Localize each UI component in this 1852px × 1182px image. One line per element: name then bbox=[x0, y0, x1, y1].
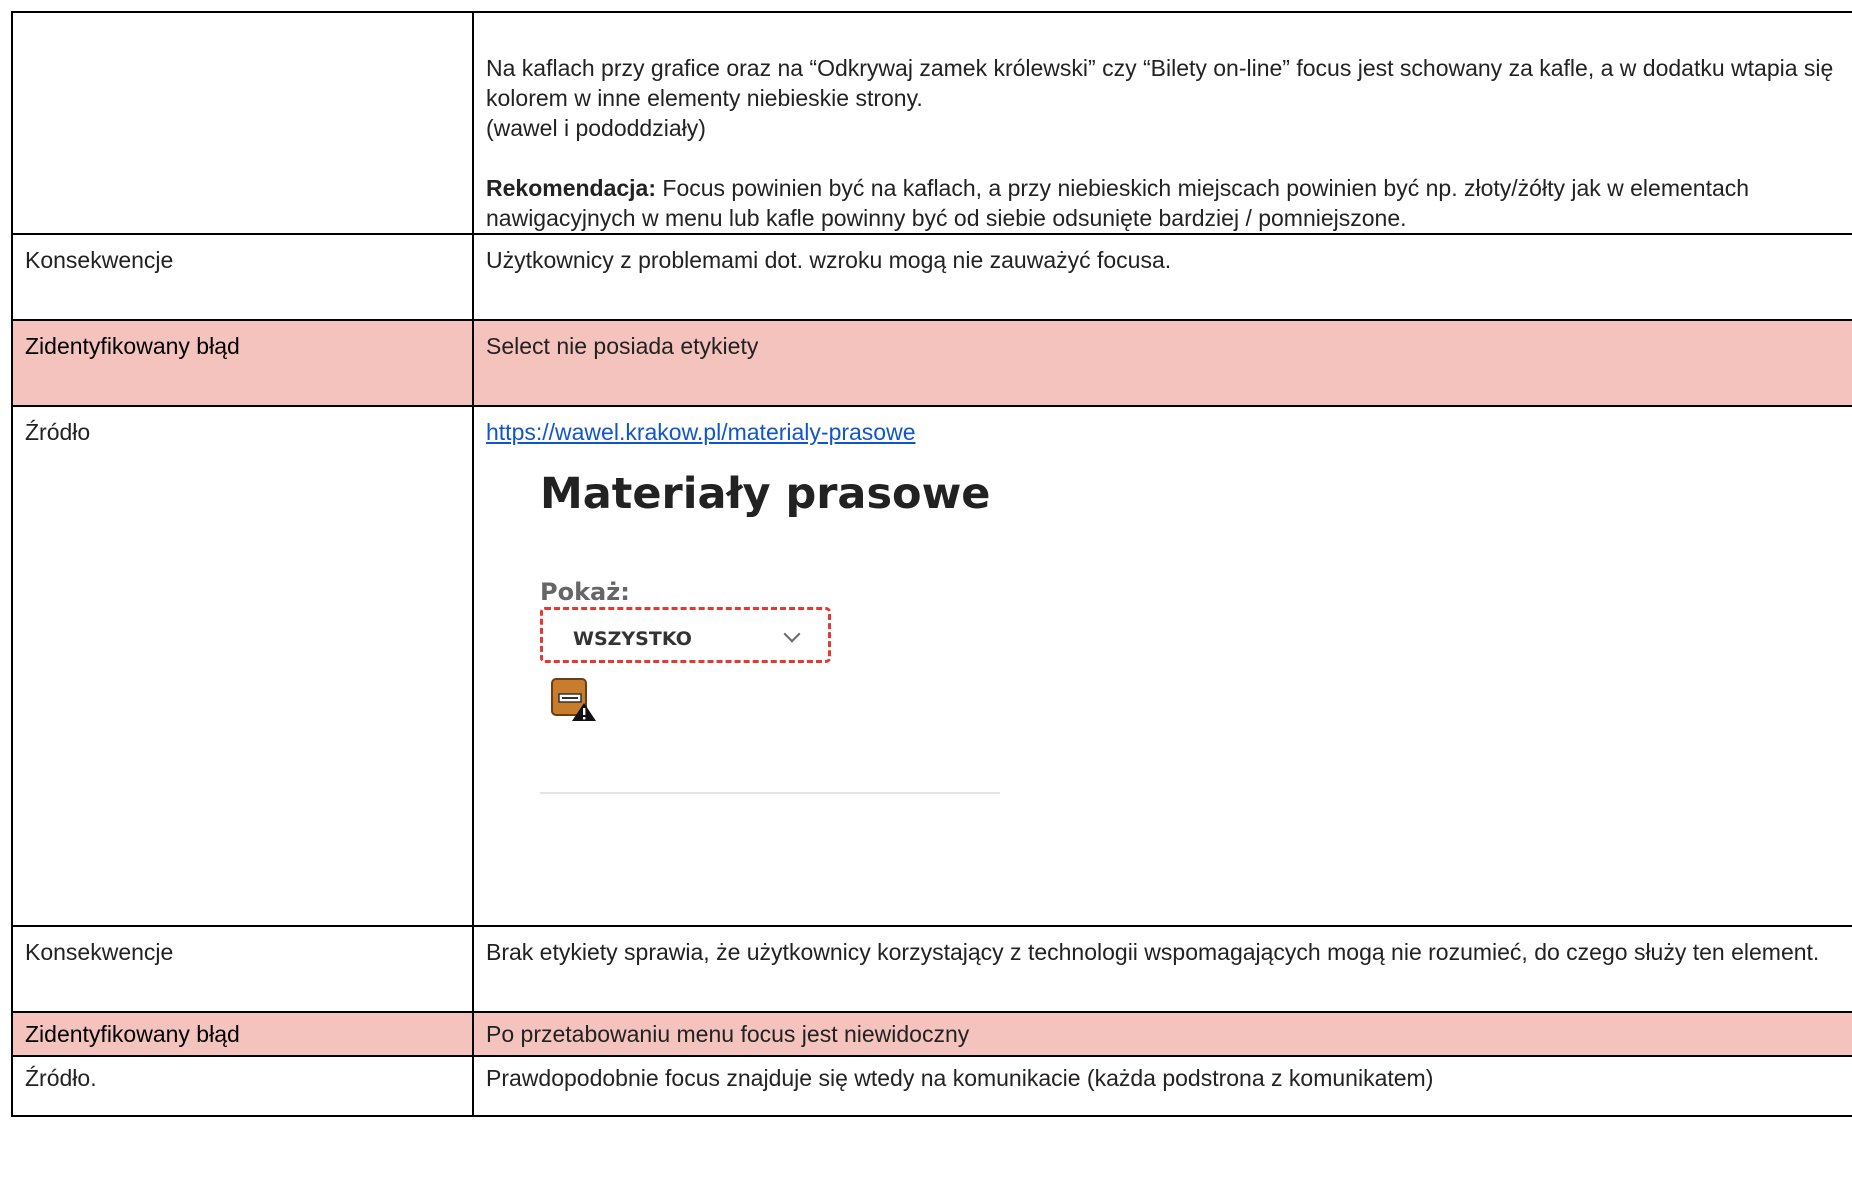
screenshot-divider bbox=[540, 792, 1000, 794]
row-label: Źródło. bbox=[11, 1055, 474, 1117]
row-content: Brak etykiety sprawia, że użytkownicy ko… bbox=[472, 925, 1852, 1013]
select-warning-icon bbox=[551, 678, 596, 721]
row-label: Zidentyfikowany błąd bbox=[11, 1011, 474, 1057]
row-content: https://wawel.krakow.pl/materialy-prasow… bbox=[472, 405, 1852, 927]
source-link[interactable]: https://wawel.krakow.pl/materialy-prasow… bbox=[486, 419, 916, 445]
table-row: Źródło https://wawel.krakow.pl/materialy… bbox=[11, 405, 1852, 927]
table-row: Źródło. Prawdopodobnie focus znajduje si… bbox=[11, 1055, 1852, 1117]
screenshot-select: WSZYSTKO bbox=[540, 607, 831, 663]
row-content: Po przetabowaniu menu focus jest niewido… bbox=[472, 1011, 1852, 1057]
table-row-error: Zidentyfikowany błąd Select nie posiada … bbox=[11, 319, 1852, 407]
select-value: WSZYSTKO bbox=[573, 628, 692, 650]
recommendation-text: Focus powinien być na kaflach, a przy ni… bbox=[486, 175, 1750, 231]
document: Na kaflach przy grafice oraz na “Odkrywa… bbox=[11, 11, 1852, 1117]
description-paragraph: Na kaflach przy grafice oraz na “Odkrywa… bbox=[486, 55, 1834, 111]
table-row: Konsekwencje Brak etykiety sprawia, że u… bbox=[11, 925, 1852, 1013]
chevron-down-icon bbox=[783, 625, 801, 643]
table-row-error: Zidentyfikowany błąd Po przetabowaniu me… bbox=[11, 1011, 1852, 1057]
row-content: Na kaflach przy grafice oraz na “Odkrywa… bbox=[472, 11, 1852, 235]
table-row: Konsekwencje Użytkownicy z problemami do… bbox=[11, 233, 1852, 321]
screenshot-label: Pokaż: bbox=[540, 578, 630, 606]
findings-table: Na kaflach przy grafice oraz na “Odkrywa… bbox=[11, 11, 1852, 1117]
recommendation-label: Rekomendacja: bbox=[486, 175, 657, 201]
recommendation: Rekomendacja: Focus powinien być na kafl… bbox=[486, 173, 1852, 233]
row-label-empty bbox=[11, 11, 474, 235]
row-content: Prawdopodobnie focus znajduje się wtedy … bbox=[472, 1055, 1852, 1117]
row-label: Źródło bbox=[11, 405, 474, 927]
scope-note: (wawel i pododdziały) bbox=[486, 115, 706, 141]
row-label: Konsekwencje bbox=[11, 233, 474, 321]
row-label: Zidentyfikowany błąd bbox=[11, 319, 474, 407]
screenshot-heading: Materiały prasowe bbox=[540, 469, 991, 519]
row-content: Użytkownicy z problemami dot. wzroku mog… bbox=[472, 233, 1852, 321]
row-content: Select nie posiada etykiety bbox=[472, 319, 1852, 407]
table-row: Na kaflach przy grafice oraz na “Odkrywa… bbox=[11, 11, 1852, 235]
row-label: Konsekwencje bbox=[11, 925, 474, 1013]
embedded-screenshot: Materiały prasowe Pokaż: WSZYSTKO bbox=[486, 447, 1852, 925]
